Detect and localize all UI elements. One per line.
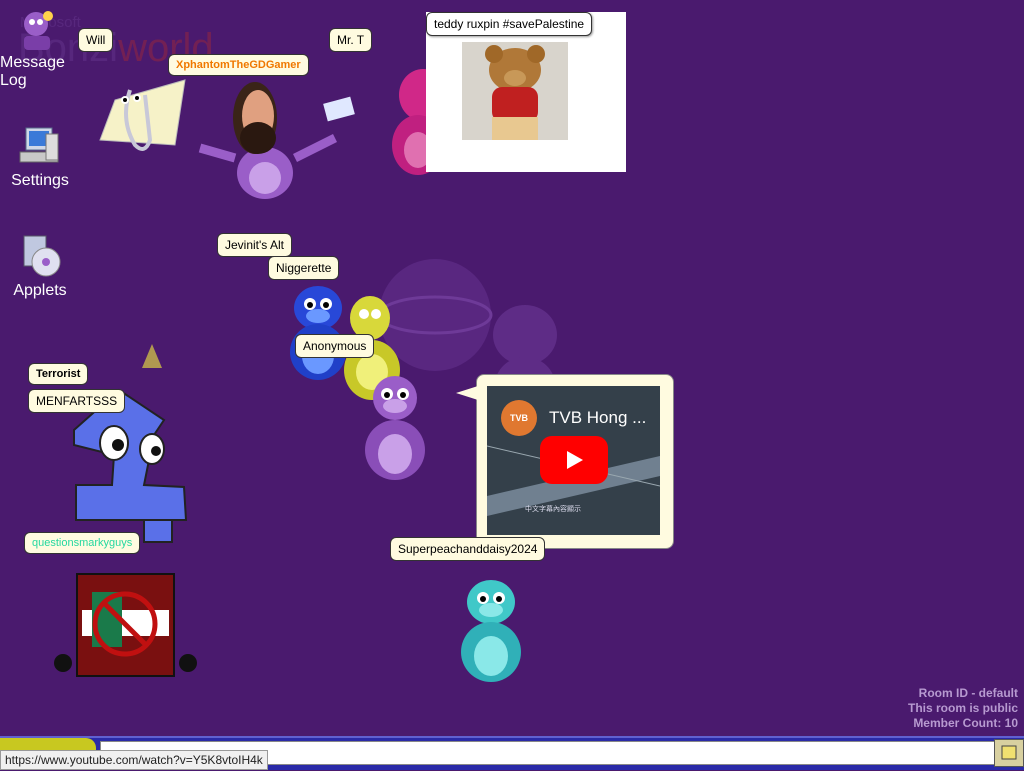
desktop-icon-label: Applets [13,282,67,299]
username-tag: MENFARTSSS [28,389,126,413]
bubble-tail-icon [456,386,478,400]
room-info: Room ID - default This room is public Me… [908,686,1018,731]
browser-status-url: https://www.youtube.com/watch?v=Y5K8vtoI… [0,750,268,770]
username-tag: Niggerette [268,256,340,280]
room-id-text: Room ID - default [918,686,1018,700]
desktop-icon-message-log[interactable]: Message Log [0,10,70,90]
desktop-icon-applets[interactable]: Applets [0,234,80,300]
no-sign-flag-avatar[interactable] [52,572,200,678]
send-icon [1001,745,1017,760]
youtube-play-button[interactable] [540,436,608,484]
username-tag: questionsmarkyguys [24,532,141,554]
teddy-bear-image [462,42,568,140]
username-tag: Anonymous [295,334,375,358]
bonzi-chat-icon [24,11,53,50]
clippy-avatar[interactable] [95,70,195,155]
bonzi-avatar-xphantom[interactable] [190,78,360,203]
video-title[interactable]: TVB Hong ... [549,408,646,428]
youtube-embed[interactable]: TVB TVB Hong ... 中文字幕內容顯示 [487,386,660,535]
username-tag: XphantomTheGDGamer [168,54,309,76]
bell-item-icon[interactable] [140,342,164,372]
room-public-text: This room is public [907,701,1018,715]
username-tag: Will [78,28,114,52]
computer-settings-icon [19,127,59,163]
send-button[interactable] [994,739,1024,767]
desktop-icon-settings[interactable]: Settings [0,124,80,190]
bonzi-avatar-purple[interactable] [356,372,434,487]
username-tag: Mr. T [329,28,373,52]
applets-cd-icon [23,235,61,277]
member-count-text: Member Count: 10 [913,716,1018,730]
speech-bubble: teddy ruxpin #savePalestine [426,12,593,36]
teddy-image-bubble [426,12,626,172]
channel-avatar: TVB [501,400,537,436]
desktop-icon-label: Settings [11,172,69,189]
username-tag: Terrorist [28,363,89,385]
video-caption: 中文字幕內容顯示 [525,506,581,513]
play-icon [567,451,583,469]
desktop-icon-label: Message Log [0,54,65,89]
bonzi-avatar-teal[interactable] [450,574,532,689]
username-tag: Superpeachanddaisy2024 [390,537,546,561]
username-tag: Jevinit's Alt [217,233,292,257]
